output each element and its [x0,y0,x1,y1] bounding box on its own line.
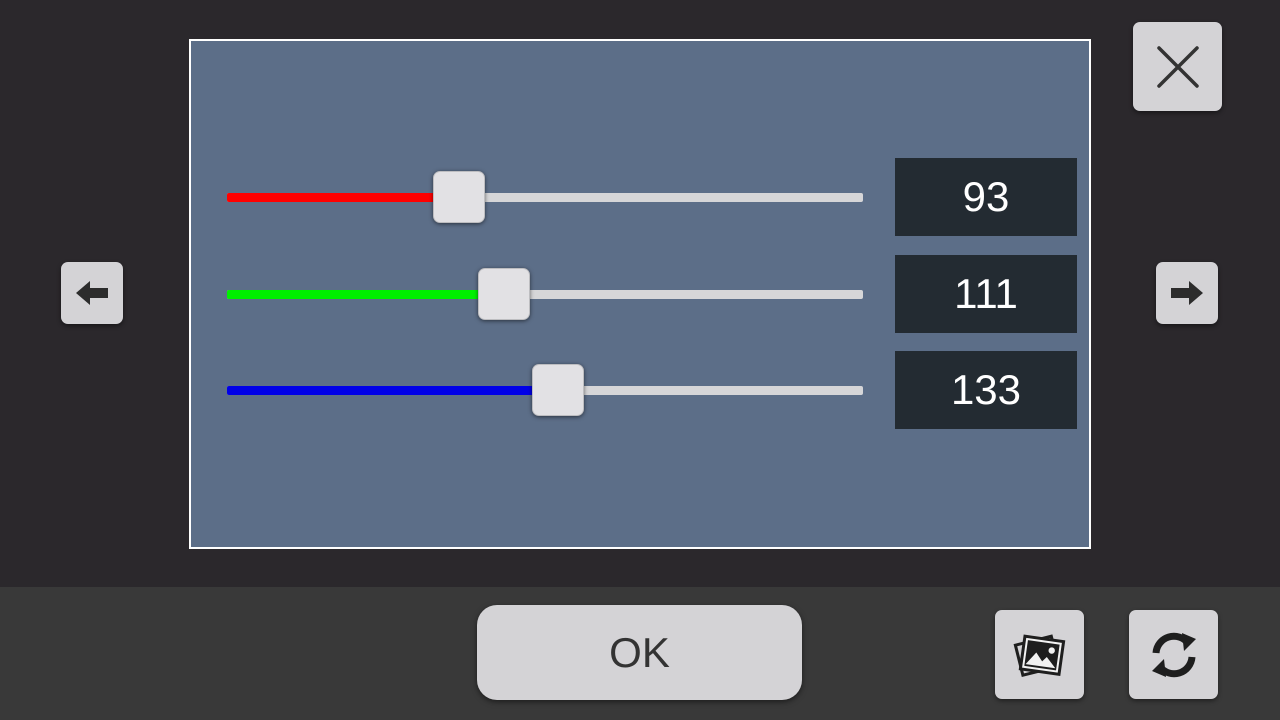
green-value-field[interactable]: 111 [895,255,1077,333]
close-icon [1156,45,1199,88]
slider-thumb-red[interactable] [433,171,486,223]
red-value-field[interactable]: 93 [895,158,1077,236]
blue-slider[interactable] [227,362,863,418]
arrow-left-icon [76,281,108,305]
next-button[interactable] [1156,262,1218,324]
green-slider[interactable] [227,266,863,322]
slider-fill-blue [227,386,558,395]
slider-fill-green [227,290,504,299]
red-slider[interactable] [227,169,863,225]
slider-fill-red [227,193,460,202]
previous-button[interactable] [61,262,123,324]
gallery-button[interactable] [995,610,1084,699]
gallery-icon [1013,633,1065,677]
refresh-icon [1151,632,1196,677]
ok-button[interactable]: OK [477,605,802,700]
close-button[interactable] [1133,22,1222,111]
slider-thumb-blue[interactable] [531,364,584,416]
refresh-button[interactable] [1129,610,1218,699]
slider-thumb-green[interactable] [477,268,530,320]
blue-value-field[interactable]: 133 [895,351,1077,429]
arrow-right-icon [1171,281,1203,305]
